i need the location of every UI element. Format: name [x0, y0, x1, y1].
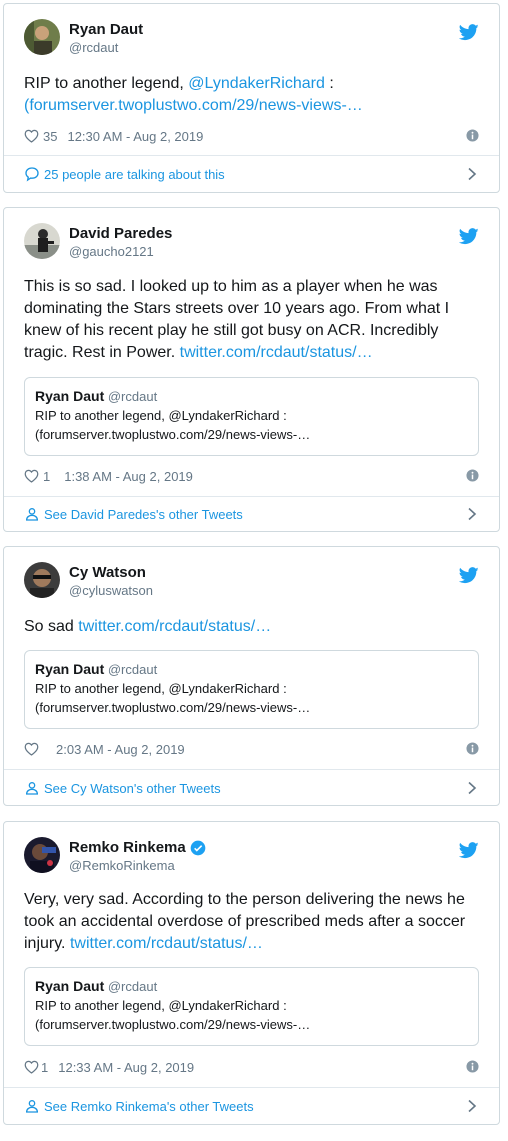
chevron-right-icon[interactable] — [465, 507, 479, 521]
tweet-header: Ryan Daut @rcdaut — [24, 19, 479, 59]
avatar[interactable] — [24, 562, 60, 598]
quoted-tweet[interactable]: Ryan Daut @rcdaut RIP to another legend,… — [24, 650, 479, 729]
avatar[interactable] — [24, 837, 60, 873]
url-link[interactable]: twitter.com/rcdaut/status/… — [180, 344, 373, 361]
quoted-text-line2: (forumserver.twoplustwo.com/29/news-view… — [35, 427, 311, 442]
quoted-text-line2: (forumserver.twoplustwo.com/29/news-view… — [35, 700, 311, 715]
quoted-author-name: Ryan Daut — [35, 388, 105, 404]
person-icon — [25, 1100, 39, 1113]
tweet-text-body: So sad — [24, 618, 79, 635]
quoted-text-line1: RIP to another legend, @LyndakerRichard … — [35, 998, 287, 1013]
tweet-header: Cy Watson @cyluswatson — [24, 562, 479, 602]
twitter-bird-icon[interactable] — [459, 842, 479, 859]
other-tweets-label[interactable]: See David Paredes's other Tweets — [44, 507, 243, 522]
mention-link[interactable]: @LyndakerRichard — [188, 75, 325, 92]
quoted-author-handle: @rcdaut — [107, 662, 158, 677]
conversation-label[interactable]: 25 people are talking about this — [44, 167, 225, 182]
twitter-bird-icon[interactable] — [459, 24, 479, 41]
divider — [4, 1087, 499, 1088]
like-count[interactable]: 1 — [43, 469, 50, 484]
author-handle[interactable]: @RemkoRinkema — [69, 858, 175, 874]
heart-icon[interactable] — [24, 1060, 39, 1074]
quoted-author-handle: @rcdaut — [107, 979, 158, 994]
tweet-text-colon: : — [324, 75, 334, 92]
author-handle[interactable]: @cyluswatson — [69, 583, 153, 599]
tweet-meta: 2:03 AM - Aug 2, 2019 — [24, 740, 479, 758]
tweet-text: RIP to another legend, @LyndakerRichard … — [24, 73, 479, 117]
quoted-text-line1: RIP to another legend, @LyndakerRichard … — [35, 408, 287, 423]
verified-badge-icon — [190, 840, 206, 856]
author-name[interactable]: Ryan Daut — [69, 21, 143, 39]
quoted-author-name: Ryan Daut — [35, 661, 105, 677]
timestamp[interactable]: 2:03 AM - Aug 2, 2019 — [56, 742, 185, 757]
divider — [4, 769, 499, 770]
tweet-meta: 35 12:30 AM - Aug 2, 2019 — [24, 127, 479, 145]
quoted-tweet[interactable]: Ryan Daut @rcdaut RIP to another legend,… — [24, 377, 479, 456]
url-link[interactable]: (forumserver.twoplustwo.com/29/news-view… — [24, 95, 479, 117]
tweet-text: This is so sad. I looked up to him as a … — [24, 276, 479, 364]
author-name[interactable]: Cy Watson — [69, 564, 146, 582]
person-icon — [25, 508, 39, 521]
tweet-text-start: RIP to another legend, — [24, 75, 189, 92]
tweet-card[interactable]: David Paredes @gaucho2121 This is so sad… — [3, 207, 500, 532]
other-tweets-label[interactable]: See Cy Watson's other Tweets — [44, 781, 221, 796]
quoted-tweet[interactable]: Ryan Daut @rcdaut RIP to another legend,… — [24, 967, 479, 1046]
heart-icon[interactable] — [24, 469, 39, 483]
heart-icon[interactable] — [24, 129, 39, 143]
author-name-text[interactable]: Remko Rinkema — [69, 839, 186, 857]
url-link[interactable]: twitter.com/rcdaut/status/… — [78, 618, 271, 635]
speech-bubble-icon — [25, 167, 39, 182]
other-tweets-link[interactable]: See Remko Rinkema's other Tweets — [24, 1096, 479, 1116]
conversation-link[interactable]: 25 people are talking about this — [24, 164, 479, 184]
timestamp[interactable]: 1:38 AM - Aug 2, 2019 — [64, 469, 193, 484]
info-icon[interactable] — [466, 129, 479, 142]
chevron-right-icon[interactable] — [465, 781, 479, 795]
chevron-right-icon[interactable] — [465, 167, 479, 181]
twitter-bird-icon[interactable] — [459, 567, 479, 584]
quoted-author-handle: @rcdaut — [107, 389, 158, 404]
info-icon[interactable] — [466, 1060, 479, 1073]
author-handle[interactable]: @gaucho2121 — [69, 244, 154, 260]
other-tweets-link[interactable]: See Cy Watson's other Tweets — [24, 778, 479, 798]
tweet-meta: 1 1:38 AM - Aug 2, 2019 — [24, 467, 479, 485]
author-name[interactable]: Remko Rinkema — [69, 839, 206, 857]
timestamp[interactable]: 12:33 AM - Aug 2, 2019 — [58, 1060, 194, 1075]
divider — [4, 496, 499, 497]
tweet-card[interactable]: Ryan Daut @rcdaut RIP to another legend,… — [3, 3, 500, 193]
tweet-meta: 1 12:33 AM - Aug 2, 2019 — [24, 1058, 479, 1076]
tweet-header: David Paredes @gaucho2121 — [24, 223, 479, 263]
info-icon[interactable] — [466, 469, 479, 482]
tweet-text: So sad twitter.com/rcdaut/status/… — [24, 616, 479, 638]
avatar[interactable] — [24, 223, 60, 259]
like-count[interactable]: 35 — [43, 129, 57, 144]
heart-icon[interactable] — [24, 742, 39, 756]
info-icon[interactable] — [466, 742, 479, 755]
author-handle[interactable]: @rcdaut — [69, 40, 118, 56]
person-icon — [25, 782, 39, 795]
chevron-right-icon[interactable] — [465, 1099, 479, 1113]
tweet-text: Very, very sad. According to the person … — [24, 889, 479, 955]
twitter-bird-icon[interactable] — [459, 228, 479, 245]
tweet-card[interactable]: Remko Rinkema @RemkoRinkema Very, very s… — [3, 821, 500, 1125]
quoted-author-name: Ryan Daut — [35, 978, 105, 994]
author-name[interactable]: David Paredes — [69, 225, 172, 243]
divider — [4, 155, 499, 156]
other-tweets-label[interactable]: See Remko Rinkema's other Tweets — [44, 1099, 254, 1114]
like-count[interactable]: 1 — [41, 1060, 48, 1075]
tweet-header: Remko Rinkema @RemkoRinkema — [24, 837, 479, 877]
url-link[interactable]: twitter.com/rcdaut/status/… — [70, 935, 263, 952]
other-tweets-link[interactable]: See David Paredes's other Tweets — [24, 504, 479, 524]
quoted-text-line1: RIP to another legend, @LyndakerRichard … — [35, 681, 287, 696]
avatar[interactable] — [24, 19, 60, 55]
timestamp[interactable]: 12:30 AM - Aug 2, 2019 — [67, 129, 203, 144]
tweet-card[interactable]: Cy Watson @cyluswatson So sad twitter.co… — [3, 546, 500, 806]
quoted-text-line2: (forumserver.twoplustwo.com/29/news-view… — [35, 1017, 311, 1032]
